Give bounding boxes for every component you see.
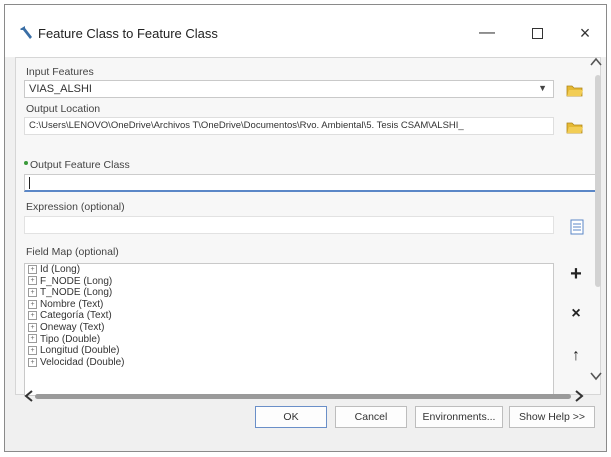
app-icon: [20, 26, 32, 39]
vertical-scrollbar-thumb[interactable]: [595, 75, 601, 287]
add-field-button[interactable]: +: [566, 263, 586, 285]
scroll-down-icon[interactable]: [589, 369, 603, 383]
input-features-dropdown[interactable]: VIAS_ALSHI ▼: [24, 80, 554, 98]
output-location-label: Output Location: [26, 103, 101, 115]
expand-icon[interactable]: +: [28, 334, 37, 344]
field-map-list[interactable]: + Id (Long) + F_NODE (Long) + T_NODE (Long)…: [24, 263, 554, 396]
field-map-item[interactable]: + T_NODE (Long): [25, 287, 553, 299]
show-help-button[interactable]: Show Help >>: [509, 406, 595, 428]
parameters-panel: Input Features VIAS_ALSHI ▼ Output Locat…: [15, 57, 601, 396]
close-button[interactable]: ×: [565, 19, 605, 47]
maximize-button[interactable]: [517, 19, 557, 47]
output-feature-class-input[interactable]: [24, 174, 596, 192]
chevron-down-icon[interactable]: ▼: [538, 83, 547, 93]
remove-field-button[interactable]: ×: [566, 304, 586, 324]
scroll-left-icon[interactable]: [23, 389, 35, 403]
scroll-right-icon[interactable]: [573, 389, 585, 403]
field-map-item[interactable]: + Nombre (Text): [25, 299, 553, 311]
expand-icon[interactable]: +: [28, 264, 37, 274]
expression-label: Expression (optional): [26, 201, 125, 213]
expand-icon[interactable]: +: [28, 288, 37, 298]
field-map-item[interactable]: + Id (Long): [25, 264, 553, 276]
minimize-button[interactable]: —: [467, 19, 507, 47]
field-map-item[interactable]: + F_NODE (Long): [25, 276, 553, 288]
window-title: Feature Class to Feature Class: [38, 26, 218, 41]
title-bar: Feature Class to Feature Class — ×: [5, 5, 606, 57]
expression-field[interactable]: [24, 216, 554, 234]
ok-button[interactable]: OK: [255, 406, 327, 428]
expand-icon[interactable]: +: [28, 322, 37, 332]
input-features-value: VIAS_ALSHI: [29, 83, 92, 95]
expand-icon[interactable]: +: [28, 311, 37, 321]
expand-icon[interactable]: +: [28, 299, 37, 309]
sql-icon[interactable]: [568, 218, 586, 236]
move-up-button[interactable]: ↑: [566, 346, 586, 366]
field-map-item[interactable]: + Categoría (Text): [25, 310, 553, 322]
expand-icon[interactable]: +: [28, 276, 37, 286]
output-location-field[interactable]: C:\Users\LENOVO\OneDrive\Archivos T\OneD…: [24, 117, 554, 135]
cancel-button[interactable]: Cancel: [335, 406, 407, 428]
required-indicator: [24, 161, 28, 165]
expand-icon[interactable]: +: [28, 357, 37, 367]
field-map-item[interactable]: + Longitud (Double): [25, 345, 553, 357]
environments-button[interactable]: Environments...: [415, 406, 503, 428]
text-caret: [29, 177, 30, 190]
field-map-label: Field Map (optional): [26, 246, 119, 258]
folder-icon[interactable]: [566, 82, 584, 98]
folder-icon[interactable]: [566, 119, 584, 135]
horizontal-scrollbar-thumb[interactable]: [35, 394, 571, 399]
output-feature-class-label: Output Feature Class: [30, 159, 130, 171]
field-map-item[interactable]: + Velocidad (Double): [25, 357, 553, 369]
field-map-item[interactable]: + Oneway (Text): [25, 322, 553, 334]
maximize-icon: [531, 27, 543, 39]
expand-icon[interactable]: +: [28, 346, 37, 356]
field-map-item[interactable]: + Tipo (Double): [25, 334, 553, 346]
input-features-label: Input Features: [26, 66, 94, 78]
dialog-window: Feature Class to Feature Class — × Input…: [4, 4, 607, 452]
output-location-value: C:\Users\LENOVO\OneDrive\Archivos T\OneD…: [29, 120, 464, 131]
scroll-up-icon[interactable]: [589, 55, 603, 69]
